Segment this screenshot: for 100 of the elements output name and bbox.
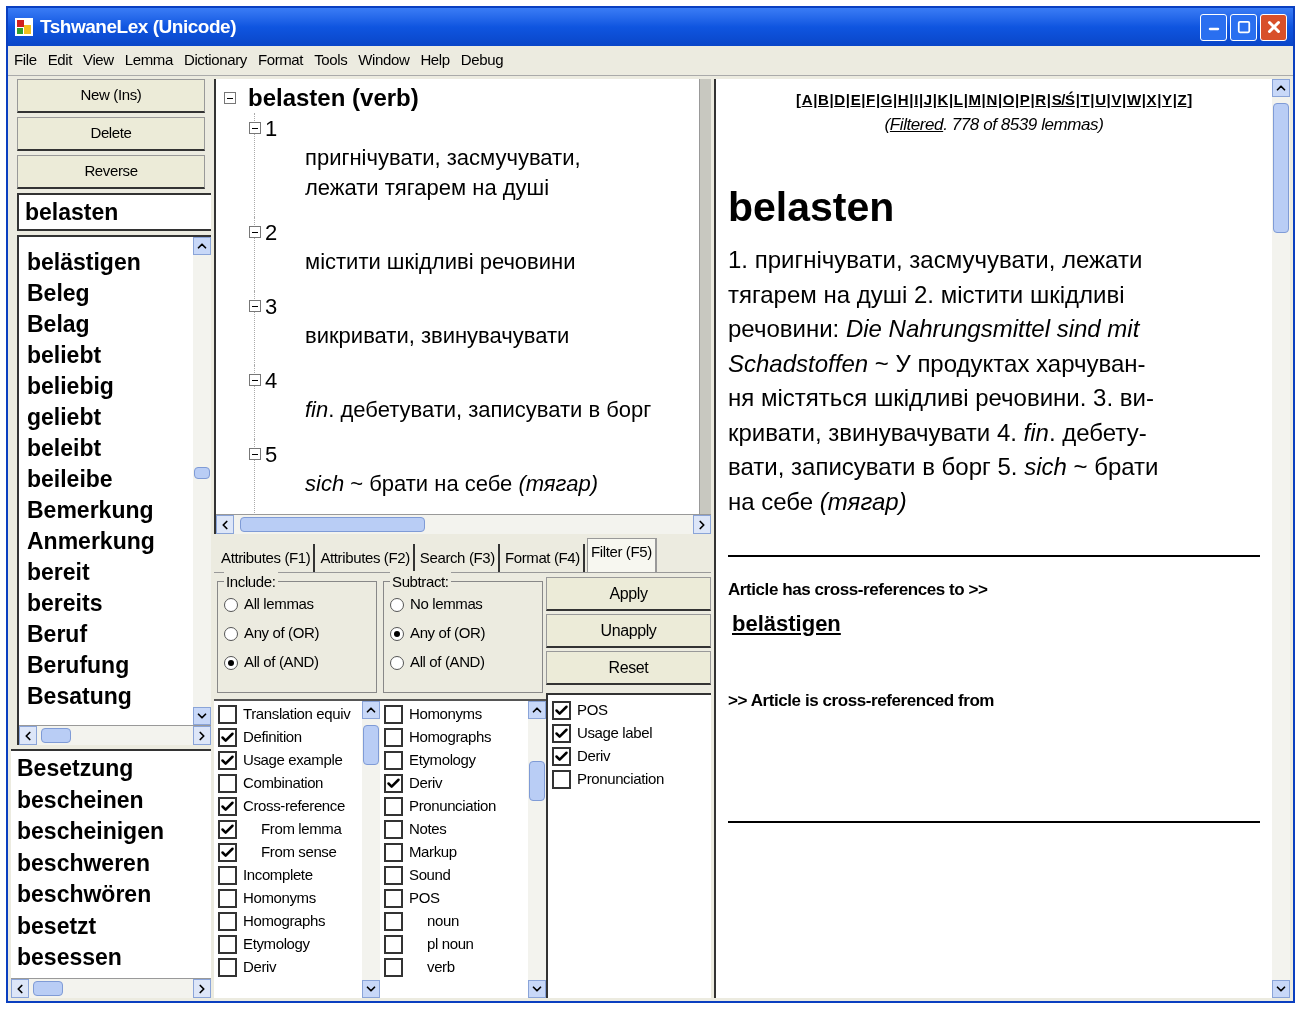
checkbox[interactable]	[384, 728, 403, 747]
scroll-left-button[interactable]	[216, 515, 234, 534]
horizontal-scrollbar[interactable]	[19, 725, 211, 745]
word-entry[interactable]: bereit	[27, 557, 193, 588]
scroll-up-button[interactable]	[362, 701, 380, 719]
scroll-left-button[interactable]	[19, 726, 37, 745]
vertical-scrollbar[interactable]	[362, 701, 380, 998]
checkbox[interactable]	[218, 797, 237, 816]
checkbox[interactable]	[218, 728, 237, 747]
letter-link[interactable]: F	[865, 89, 876, 112]
letter-link[interactable]: Y	[1161, 89, 1173, 112]
scroll-right-button[interactable]	[193, 726, 211, 745]
scrollbar-thumb[interactable]	[41, 728, 71, 743]
scroll-up-button[interactable]	[193, 237, 211, 255]
word-entry[interactable]: besetzt	[17, 910, 211, 942]
scroll-down-button[interactable]	[362, 980, 380, 998]
word-entry[interactable]: beliebig	[27, 371, 193, 402]
checkbox[interactable]	[218, 889, 237, 908]
word-entry[interactable]: geliebt	[27, 402, 193, 433]
scroll-down-button[interactable]	[193, 707, 211, 725]
letter-link[interactable]: E	[849, 89, 862, 112]
radio-button[interactable]	[224, 626, 238, 641]
tab[interactable]: Format (F4)	[501, 544, 585, 572]
cross-reference-link[interactable]: belästigen	[732, 606, 841, 640]
scrollbar-thumb[interactable]	[33, 981, 63, 996]
menu-item[interactable]: Help	[420, 49, 450, 72]
letter-link[interactable]: R	[1034, 89, 1047, 112]
vertical-scrollbar[interactable]	[193, 237, 211, 725]
letter-link[interactable]: W	[1125, 89, 1142, 112]
checkbox[interactable]	[218, 912, 237, 931]
letter-link[interactable]: H	[896, 89, 910, 112]
sense-text[interactable]: пригнічувати, засмучувати, лежати тягарем на душі	[279, 143, 699, 217]
maximize-button[interactable]	[1230, 13, 1257, 41]
menu-item[interactable]: Window	[358, 49, 410, 72]
horizontal-scrollbar[interactable]	[216, 514, 711, 534]
letter-link[interactable]: U	[1094, 89, 1107, 112]
collapse-icon[interactable]	[224, 92, 236, 104]
scroll-right-button[interactable]	[693, 515, 711, 534]
letter-link[interactable]: J	[922, 89, 933, 112]
letter-link[interactable]: D	[833, 89, 846, 112]
checkbox[interactable]	[218, 958, 237, 977]
checkbox[interactable]	[384, 935, 403, 954]
collapse-icon[interactable]	[249, 374, 261, 386]
word-entry[interactable]: bescheinen	[17, 784, 211, 816]
checkbox[interactable]	[218, 843, 237, 862]
menu-item[interactable]: Debug	[460, 49, 504, 72]
collapse-icon[interactable]	[249, 448, 261, 460]
checkbox[interactable]	[384, 958, 403, 977]
close-button[interactable]	[1260, 13, 1287, 41]
checkbox[interactable]	[218, 866, 237, 885]
vertical-scrollbar[interactable]	[528, 701, 546, 998]
filter-button[interactable]: Unapply	[546, 614, 711, 648]
menu-item[interactable]: Tools	[314, 49, 348, 72]
letter-link[interactable]: G	[879, 89, 893, 112]
menu-item[interactable]: View	[83, 49, 114, 72]
sense-text[interactable]: викривати, звинувачувати	[279, 321, 699, 365]
checkbox[interactable]	[384, 889, 403, 908]
vertical-scrollbar[interactable]	[1272, 79, 1290, 998]
word-entry[interactable]: bescheinigen	[17, 816, 211, 848]
radio-button[interactable]	[390, 626, 404, 641]
sense-number[interactable]: 2	[265, 215, 278, 249]
checkbox[interactable]	[384, 912, 403, 931]
letter-link[interactable]: X	[1145, 89, 1158, 112]
checkbox[interactable]	[384, 820, 403, 839]
word-entry[interactable]: Beruf	[27, 619, 193, 650]
sense-text[interactable]: fin. дебетувати, записувати в борг	[279, 395, 699, 439]
word-entry[interactable]: Anmerkung	[27, 526, 193, 557]
scrollbar-thumb[interactable]	[363, 725, 379, 765]
letter-link[interactable]: A	[800, 89, 814, 112]
sense-number[interactable]: 3	[265, 289, 278, 323]
checkbox[interactable]	[218, 774, 237, 793]
action-button[interactable]: Reverse	[17, 155, 205, 189]
sense-number[interactable]: 5	[265, 437, 278, 471]
checkbox[interactable]	[384, 843, 403, 862]
minimize-button[interactable]	[1200, 13, 1227, 41]
menu-item[interactable]: Edit	[47, 49, 73, 72]
word-entry[interactable]: beliebt	[27, 340, 193, 371]
checkbox[interactable]	[552, 701, 571, 720]
scroll-down-button[interactable]	[528, 980, 546, 998]
word-entry[interactable]: Belag	[27, 309, 193, 340]
word-entry[interactable]: beleibt	[27, 433, 193, 464]
search-field[interactable]: belasten	[17, 193, 211, 231]
word-entry[interactable]: beschweren	[17, 847, 211, 879]
scroll-right-button[interactable]	[193, 979, 211, 998]
letter-link[interactable]: K	[936, 89, 950, 112]
letter-link[interactable]: M	[967, 89, 982, 112]
menu-item[interactable]: Format	[257, 49, 304, 72]
word-entry[interactable]: belästigen	[27, 247, 193, 278]
radio-button[interactable]	[224, 655, 238, 670]
word-entry[interactable]: Beleg	[27, 278, 193, 309]
checkbox[interactable]	[218, 705, 237, 724]
tab[interactable]: Filter (F5)	[586, 538, 657, 572]
letter-link[interactable]: O	[1001, 89, 1016, 112]
letter-link[interactable]: N	[985, 89, 998, 112]
sense-text[interactable]: містити шкідливі речовини	[279, 247, 699, 291]
checkbox[interactable]	[552, 770, 571, 789]
filter-button[interactable]: Reset	[546, 651, 711, 685]
sense-number[interactable]: 4	[265, 363, 278, 397]
checkbox[interactable]	[218, 935, 237, 954]
checkbox[interactable]	[384, 751, 403, 770]
